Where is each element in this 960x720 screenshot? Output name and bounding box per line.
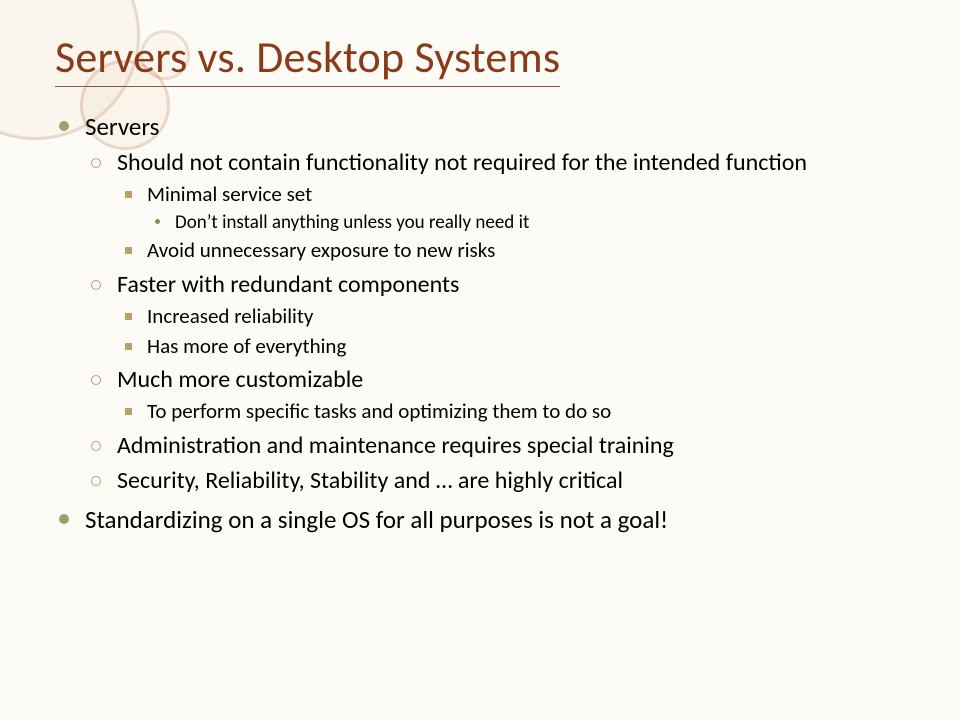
list-item: Faster with redundant components Increas… (89, 269, 905, 360)
list-text: Standardizing on a single OS for all pur… (85, 504, 668, 535)
list-item: Standardizing on a single OS for all pur… (55, 503, 905, 536)
list-text: Increased reliability (147, 303, 313, 329)
list-item: Should not contain functionality not req… (89, 147, 905, 265)
list-item: Increased reliability (121, 303, 905, 331)
list-text: Administration and maintenance requires … (117, 431, 674, 460)
list-text: Minimal service set (147, 181, 312, 207)
list-item: Much more customizable To perform specif… (89, 364, 905, 425)
list-item: Servers Should not contain functionality… (55, 110, 905, 497)
list-item: Security, Reliability, Stability and … a… (89, 465, 905, 497)
list-text: Avoid unnecessary exposure to new risks (147, 237, 495, 263)
list-text: Much more customizable (117, 365, 363, 394)
list-item: Administration and maintenance requires … (89, 430, 905, 462)
slide-title: Servers vs. Desktop Systems (55, 30, 905, 84)
list-item: Has more of everything (121, 333, 905, 361)
slide: Servers vs. Desktop Systems Servers Shou… (0, 0, 960, 582)
list-text: To perform specific tasks and optimizing… (147, 398, 611, 424)
list-text: Should not contain functionality not req… (117, 148, 807, 177)
list-text: Faster with redundant components (117, 270, 459, 299)
list-item: To perform specific tasks and optimizing… (121, 398, 905, 426)
list-text: Servers (85, 111, 159, 142)
bullet-list: Servers Should not contain functionality… (55, 110, 905, 536)
list-item: Avoid unnecessary exposure to new risks (121, 237, 905, 265)
list-text: Don’t install anything unless you really… (175, 211, 529, 234)
list-item: Don’t install anything unless you really… (151, 210, 905, 235)
list-text: Security, Reliability, Stability and … a… (117, 466, 623, 495)
list-text: Has more of everything (147, 333, 346, 359)
list-item: Minimal service set Don’t install anythi… (121, 181, 905, 236)
